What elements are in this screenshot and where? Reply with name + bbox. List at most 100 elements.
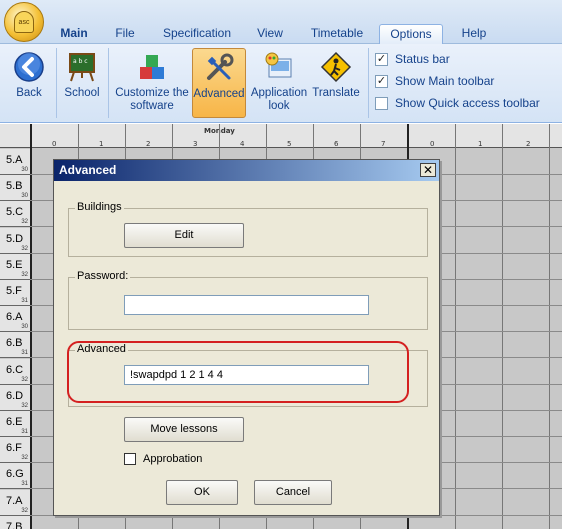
class-name: 6.B [6, 337, 23, 350]
period-number: 1 [99, 140, 104, 148]
class-row-header[interactable]: 6.C 32 [0, 358, 30, 385]
lesson-count: 32 [21, 219, 28, 226]
class-row-header[interactable]: 6.G 31 [0, 463, 30, 490]
customize-label: Customize the software [115, 87, 189, 112]
school-label: School [64, 87, 100, 99]
class-row-header[interactable]: 5.B 30 [0, 175, 30, 202]
customize-software-button[interactable]: Customize the software [112, 48, 192, 118]
class-row-header[interactable]: 7.B [0, 515, 30, 529]
lesson-count: 30 [21, 193, 28, 200]
tab-options[interactable]: Options [379, 24, 443, 44]
blocks-icon [135, 50, 169, 84]
period-number: 3 [193, 140, 198, 148]
back-button[interactable]: Back [8, 48, 50, 118]
ribbon-separator [108, 48, 109, 118]
class-name: 5.A [6, 154, 23, 166]
tab-file[interactable]: File [106, 24, 144, 44]
lesson-count: 31 [21, 350, 28, 357]
password-field[interactable] [124, 295, 369, 315]
ribbon-separator [56, 48, 57, 118]
buildings-group: Buildings [68, 201, 428, 257]
checkbox-checked-icon: ✓ [375, 52, 388, 66]
class-name: 5.C [6, 206, 24, 219]
class-row-header[interactable]: 5.F 31 [0, 280, 30, 306]
cancel-button[interactable]: Cancel [254, 480, 332, 505]
paint-palette-icon [262, 50, 296, 84]
lesson-count: 31 [21, 429, 28, 435]
ribbon-tab-bar: asc Main File Specification View Timetab… [0, 0, 562, 44]
checkbox-unchecked-icon [375, 96, 388, 110]
period-number: 4 [240, 140, 245, 148]
ok-button[interactable]: OK [166, 480, 238, 505]
lesson-count: 30 [21, 324, 28, 331]
period-number: 6 [334, 140, 339, 148]
application-menu-button[interactable]: asc [4, 2, 44, 42]
grid-column-line [455, 124, 456, 529]
class-name: 6.A [6, 311, 23, 324]
show-main-toolbar-checkbox[interactable]: ✓ Show Main toolbar [375, 72, 494, 90]
lesson-count: 32 [21, 455, 28, 462]
grid-column-line [30, 124, 32, 529]
tab-specification[interactable]: Specification [156, 24, 238, 44]
class-row-header[interactable]: 5.D 32 [0, 227, 30, 254]
advanced-label: Advanced [193, 88, 245, 100]
class-row-header[interactable]: 6.A 30 [0, 306, 30, 333]
edit-button[interactable]: Edit [124, 223, 244, 248]
back-arrow-icon [12, 50, 46, 84]
buildings-label: Buildings [75, 201, 124, 213]
period-number: 0 [52, 140, 57, 148]
period-number: 1 [478, 140, 483, 148]
lesson-count: 32 [21, 271, 28, 278]
class-name: 7.A [6, 494, 23, 507]
class-row-header[interactable]: 6.F 32 [0, 437, 30, 464]
class-row-header[interactable]: 6.B 31 [0, 332, 30, 359]
tab-view[interactable]: View [248, 24, 292, 44]
lesson-count: 30 [21, 167, 28, 173]
class-name: 6.F [6, 442, 22, 455]
tab-main[interactable]: Main [52, 24, 96, 44]
translate-button[interactable]: Translate [311, 48, 361, 118]
class-row-header[interactable]: 6.D 32 [0, 384, 30, 411]
checkbox-unchecked-icon [124, 453, 136, 465]
class-name: 7.B [6, 520, 23, 529]
tab-help[interactable]: Help [452, 24, 496, 44]
tab-timetable[interactable]: Timetable [304, 24, 370, 44]
class-name: 6.E [6, 416, 23, 428]
worker-sign-icon [319, 50, 353, 84]
class-name: 5.E [6, 258, 23, 271]
show-quick-access-toolbar-checkbox[interactable]: Show Quick access toolbar [375, 94, 540, 112]
status-bar-checkbox[interactable]: ✓ Status bar [375, 50, 450, 68]
class-row-header[interactable]: 5.C 32 [0, 201, 30, 228]
ribbon-separator [368, 48, 369, 118]
advanced-button[interactable]: Advanced [192, 48, 246, 118]
school-button[interactable]: a b c School [60, 48, 104, 118]
lesson-count: 32 [21, 507, 28, 514]
period-number: 7 [381, 140, 386, 148]
class-row-header[interactable]: 5.E 32 [0, 253, 30, 280]
approbation-checkbox[interactable]: Approbation [124, 453, 202, 465]
close-icon[interactable]: ✕ [420, 163, 436, 177]
wrench-screwdriver-icon [202, 51, 236, 85]
class-row-header[interactable]: 5.A 30 [0, 149, 30, 175]
show-main-toolbar-label: Show Main toolbar [395, 74, 495, 88]
grid-column-line [549, 124, 550, 529]
class-name: 6.C [6, 363, 24, 376]
lesson-count: 32 [21, 402, 28, 409]
application-look-button[interactable]: Application look [248, 48, 310, 118]
advanced-dialog: Advanced ✕ Buildings Edit Password: Adva… [53, 159, 440, 516]
class-name: 6.G [6, 468, 24, 481]
class-row-header[interactable]: 6.E 31 [0, 411, 30, 437]
lesson-count: 32 [21, 245, 28, 252]
show-quick-access-toolbar-label: Show Quick access toolbar [395, 96, 540, 110]
status-bar-label: Status bar [395, 52, 450, 66]
school-board-icon: a b c [65, 50, 99, 84]
lesson-count: 32 [21, 376, 28, 383]
back-label: Back [16, 87, 42, 99]
grid-column-line [502, 124, 503, 529]
password-label: Password: [75, 270, 131, 282]
translate-label: Translate [312, 87, 360, 99]
class-row-header[interactable]: 7.A 32 [0, 489, 30, 516]
lesson-count: 31 [21, 481, 28, 488]
move-lessons-button[interactable]: Move lessons [124, 417, 244, 442]
svg-text:a b c: a b c [73, 58, 88, 65]
